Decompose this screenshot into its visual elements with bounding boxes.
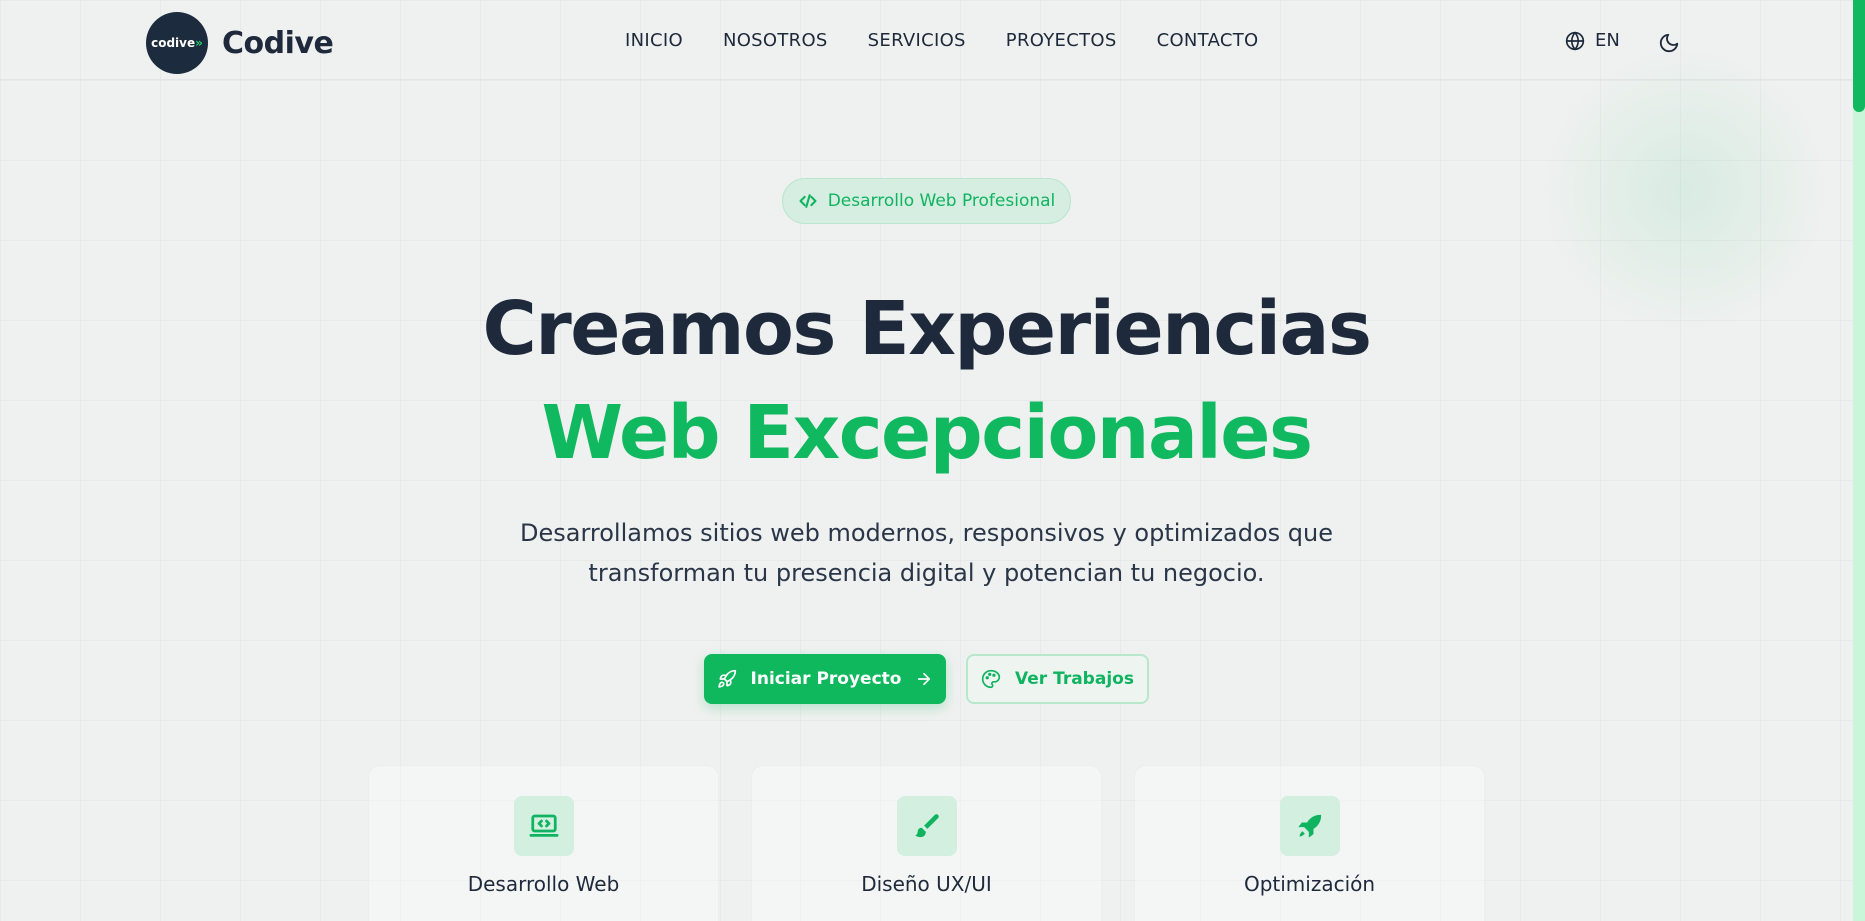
nav-item-servicios[interactable]: SERVICIOS: [868, 30, 966, 51]
hero-title-line2: Web Excepcionales: [541, 390, 1314, 476]
logo-mark: codive»: [146, 12, 208, 74]
language-switcher[interactable]: EN: [1565, 30, 1620, 51]
logo-mark-accent: »: [195, 36, 203, 50]
service-card-optimization[interactable]: Optimización: [1134, 765, 1485, 921]
brand-name: Codive: [222, 25, 334, 61]
main-nav: INICIO NOSOTROS SERVICIOS PROYECTOS CONT…: [625, 30, 1259, 51]
hero-subtitle-line1: Desarrollamos sitios web modernos, respo…: [519, 519, 1334, 547]
page-scrollbar[interactable]: [1853, 0, 1865, 921]
card-icon-box: [514, 796, 574, 856]
page: codive» Codive INICIO NOSOTROS SERVICIOS…: [0, 0, 1865, 921]
card-title: Optimización: [1243, 872, 1376, 896]
view-work-label: Ver Trabajos: [1015, 669, 1134, 689]
arrow-right-icon: [918, 672, 931, 686]
card-title: Desarrollo Web: [467, 872, 620, 896]
rocket-icon: [717, 669, 736, 688]
start-project-label: Iniciar Proyecto: [750, 669, 902, 689]
nav-item-nosotros[interactable]: NOSOTROS: [723, 30, 828, 51]
logo-mark-text: codive: [151, 36, 196, 50]
language-label: EN: [1595, 30, 1620, 51]
paintbrush-icon: [915, 814, 939, 838]
hero-title-line1: Creamos Experiencias: [482, 286, 1372, 372]
code-icon: [799, 194, 817, 208]
hero-badge: Desarrollo Web Profesional: [782, 178, 1071, 224]
globe-icon: [1565, 30, 1585, 51]
site-header: codive» Codive INICIO NOSOTROS SERVICIOS…: [0, 0, 1853, 80]
card-title: Diseño UX/UI: [861, 872, 992, 896]
start-project-button[interactable]: Iniciar Proyecto: [704, 654, 946, 704]
service-card-web-development[interactable]: Desarrollo Web: [368, 765, 719, 921]
nav-item-contacto[interactable]: CONTACTO: [1157, 30, 1259, 51]
moon-icon[interactable]: [1658, 32, 1680, 54]
service-card-ux-ui[interactable]: Diseño UX/UI: [751, 765, 1102, 921]
view-work-button[interactable]: Ver Trabajos: [966, 654, 1149, 704]
palette-icon: [981, 669, 1001, 689]
scrollbar-thumb[interactable]: [1853, 0, 1865, 112]
nav-item-proyectos[interactable]: PROYECTOS: [1006, 30, 1117, 51]
rocket-icon: [1298, 814, 1322, 838]
laptop-code-icon: [529, 814, 559, 837]
card-icon-box: [1280, 796, 1340, 856]
hero-badge-label: Desarrollo Web Profesional: [827, 191, 1056, 211]
logo[interactable]: codive» Codive: [146, 12, 334, 74]
card-icon-box: [897, 796, 957, 856]
hero-subtitle-line2: transforman tu presencia digital y poten…: [588, 559, 1265, 587]
nav-item-inicio[interactable]: INICIO: [625, 30, 683, 51]
